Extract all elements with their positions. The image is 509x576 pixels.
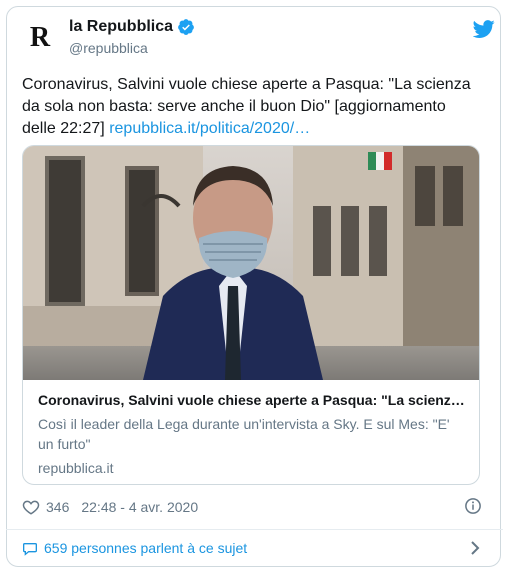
info-icon[interactable]: [464, 497, 482, 515]
tweet-meta: 346 22:48 - 4 avr. 2020: [22, 495, 482, 519]
preview-image[interactable]: [23, 146, 479, 380]
conversation-link[interactable]: 659 personnes parlent à ce sujet: [22, 536, 482, 560]
tweet-link[interactable]: repubblica.it/politica/2020/…: [109, 120, 310, 137]
preview-title[interactable]: Coronavirus, Salvini vuole chiese aperte…: [38, 392, 464, 408]
conversation-count[interactable]: 659 personnes parlent à ce sujet: [44, 540, 247, 556]
divider: [6, 529, 503, 530]
link-preview-card[interactable]: Coronavirus, Salvini vuole chiese aperte…: [22, 145, 480, 485]
tweet-text: Coronavirus, Salvini vuole chiese aperte…: [22, 74, 482, 140]
preview-domain: repubblica.it: [38, 460, 114, 476]
verified-badge-icon: [178, 19, 194, 35]
tweet-header: R la Repubblica @repubblica: [22, 16, 495, 66]
speech-bubble-icon: [23, 543, 37, 556]
twitter-bird-icon[interactable]: [473, 18, 495, 40]
preview-description: Così il leader della Lega durante un'int…: [38, 416, 450, 452]
avatar[interactable]: R: [22, 20, 58, 56]
heart-icon[interactable]: [22, 498, 40, 516]
account-handle[interactable]: @repubblica: [69, 40, 195, 56]
like-count[interactable]: 346: [46, 499, 69, 515]
display-name[interactable]: la Repubblica: [69, 18, 173, 36]
preview-body[interactable]: Coronavirus, Salvini vuole chiese aperte…: [38, 392, 464, 476]
chevron-right-icon[interactable]: [468, 540, 482, 556]
account-names[interactable]: la Repubblica @repubblica: [69, 18, 195, 56]
tweet-timestamp[interactable]: 22:48 - 4 avr. 2020: [81, 499, 198, 515]
